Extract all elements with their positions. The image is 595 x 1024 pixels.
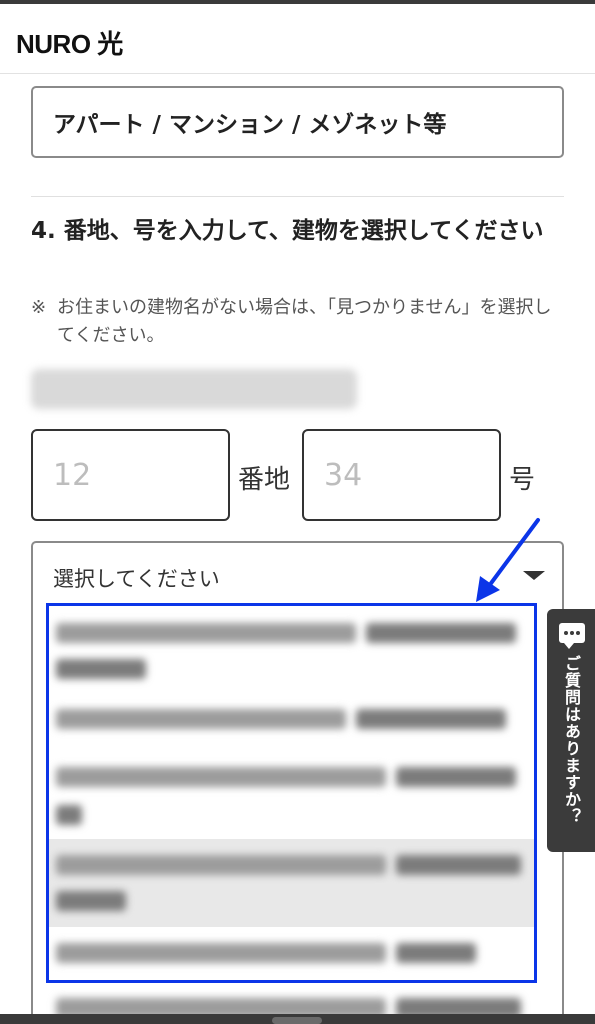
building-option-partial[interactable] (46, 988, 537, 1018)
blurred-option-address (56, 767, 386, 787)
note-mark: ※ (31, 297, 47, 318)
nuro-logo[interactable]: NURO 光 (16, 24, 123, 61)
chat-tab-label: ご質問はありますか？ (562, 655, 581, 825)
blurred-option-building (396, 767, 516, 787)
speech-bubble-dot (576, 631, 580, 635)
site-header: NURO 光 (0, 4, 595, 74)
blurred-option-address (56, 855, 386, 875)
speech-bubble-icon (559, 623, 585, 649)
note-text: お住まいの建物名がない場合は、「見つかりません」を選択してください。 (57, 297, 552, 346)
banchi-input[interactable] (31, 429, 230, 521)
section-divider (31, 196, 564, 197)
home-indicator[interactable] (272, 1017, 322, 1024)
building-type-value: アパート / マンション / メゾネット等 (53, 112, 447, 138)
blurred-option-address (56, 623, 356, 643)
blurred-option-building (356, 709, 506, 729)
blurred-option-building (396, 855, 521, 875)
go-unit-label: 号 (509, 465, 536, 495)
blurred-option-address (56, 943, 386, 963)
building-options-list (46, 603, 537, 983)
blurred-option-building (56, 805, 82, 825)
step4-heading: 4. 番地、号を入力して、建物を選択してください (31, 218, 544, 244)
building-option[interactable] (46, 697, 537, 745)
blurred-option-building (56, 891, 126, 911)
blurred-option-address (56, 709, 346, 729)
building-option[interactable] (46, 609, 537, 693)
step4-note: ※ お住まいの建物名がない場合は、「見つかりません」を選択してください。 (31, 294, 566, 350)
building-select-value: 選択してください (53, 567, 220, 591)
speech-bubble-dot (564, 631, 568, 635)
blurred-address-text (31, 369, 357, 409)
annotation-arrow (476, 518, 540, 602)
blurred-option-building (366, 623, 516, 643)
banchi-unit-label: 番地 (238, 465, 291, 495)
building-type-field[interactable]: アパート / マンション / メゾネット等 (31, 86, 564, 158)
building-option-highlighted[interactable] (46, 839, 537, 927)
speech-bubble-dot (570, 631, 574, 635)
blurred-option-building (56, 659, 146, 679)
go-input[interactable] (302, 429, 501, 521)
chat-support-tab[interactable]: ご質問はありますか？ (547, 609, 595, 852)
building-option[interactable] (46, 929, 537, 977)
building-option[interactable] (46, 753, 537, 839)
blurred-option-building (396, 943, 476, 963)
